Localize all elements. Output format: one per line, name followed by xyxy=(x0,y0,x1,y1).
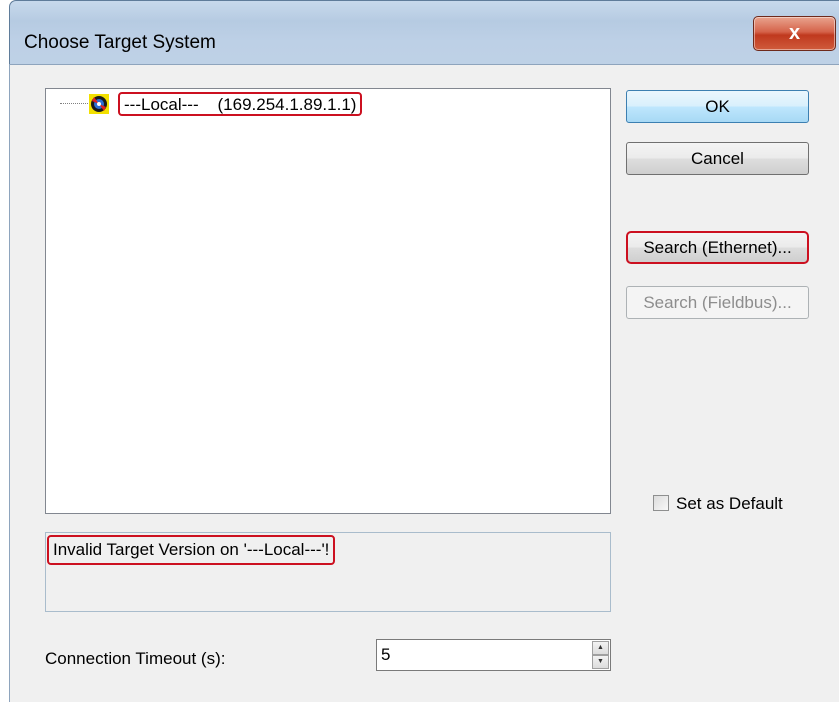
spin-down-arrow-icon[interactable]: ▼ xyxy=(592,655,609,669)
dialog-title: Choose Target System xyxy=(24,32,216,53)
status-message: Invalid Target Version on '---Local---'! xyxy=(47,535,336,565)
ok-button[interactable]: OK xyxy=(626,90,809,123)
cancel-button[interactable]: Cancel xyxy=(626,142,809,175)
search-ethernet-button[interactable]: Search (Ethernet)... xyxy=(626,231,809,264)
close-icon: x xyxy=(788,22,801,44)
target-tree[interactable]: ---Local--- (169.254.1.89.1.1) xyxy=(45,88,611,514)
tree-connector xyxy=(60,103,90,104)
close-button[interactable]: x xyxy=(753,16,836,51)
timeout-spinner[interactable]: ▲ ▼ xyxy=(592,641,609,669)
target-system-icon xyxy=(89,94,109,114)
set-as-default-checkbox[interactable] xyxy=(653,495,669,511)
spin-up-arrow-icon[interactable]: ▲ xyxy=(592,641,609,655)
status-panel: Invalid Target Version on '---Local---'! xyxy=(45,532,611,612)
set-as-default-label: Set as Default xyxy=(676,494,783,513)
connection-timeout-label: Connection Timeout (s): xyxy=(45,649,226,668)
search-fieldbus-button: Search (Fieldbus)... xyxy=(626,286,809,319)
dialog-body: ---Local--- (169.254.1.89.1.1) Invalid T… xyxy=(9,64,839,702)
tree-item-local[interactable]: ---Local--- (169.254.1.89.1.1) xyxy=(118,92,363,116)
connection-timeout-field[interactable]: 5 ▲ ▼ xyxy=(376,639,611,671)
connection-timeout-value: 5 xyxy=(381,645,391,664)
